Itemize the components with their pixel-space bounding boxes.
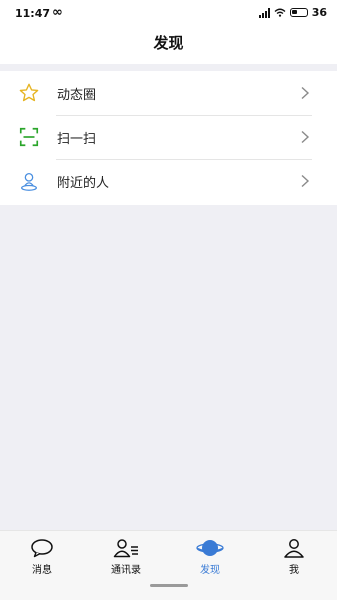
tab-label: 消息 bbox=[32, 565, 52, 576]
infinity-icon: ∞ bbox=[52, 5, 63, 20]
signal-icon bbox=[258, 7, 270, 18]
tab-contacts[interactable]: 通讯录 bbox=[91, 537, 161, 576]
tab-label: 通讯录 bbox=[111, 565, 141, 576]
tab-label: 我 bbox=[289, 565, 299, 576]
menu-item-nearby-people[interactable]: 附近的人 bbox=[0, 159, 337, 203]
page-title: 发现 bbox=[0, 26, 337, 64]
tab-discover[interactable]: 发现 bbox=[175, 537, 245, 576]
status-time: 11:47 bbox=[15, 7, 51, 20]
person-location-icon bbox=[17, 169, 41, 193]
planet-icon bbox=[175, 537, 245, 559]
battery-icon bbox=[289, 8, 308, 17]
menu-item-label: 扫一扫 bbox=[57, 131, 97, 147]
contacts-icon bbox=[91, 537, 161, 559]
star-icon bbox=[17, 81, 41, 105]
menu-item-moments[interactable]: 动态圈 bbox=[0, 71, 337, 115]
tab-me[interactable]: 我 bbox=[259, 537, 329, 576]
scan-icon bbox=[17, 125, 41, 149]
menu-item-label: 动态圈 bbox=[57, 87, 97, 103]
wifi-icon bbox=[274, 8, 286, 17]
battery-level: 36 bbox=[311, 6, 327, 19]
menu-item-scan[interactable]: 扫一扫 bbox=[0, 115, 337, 159]
chevron-right-icon bbox=[301, 174, 310, 188]
bottom-tab-bar: 消息 通讯录 发现 我 bbox=[0, 530, 337, 600]
menu-item-label: 附近的人 bbox=[57, 175, 110, 191]
tab-messages[interactable]: 消息 bbox=[7, 537, 77, 576]
chevron-right-icon bbox=[301, 86, 310, 100]
chevron-right-icon bbox=[301, 130, 310, 144]
tab-label: 发现 bbox=[200, 565, 220, 576]
user-icon bbox=[259, 537, 329, 559]
home-indicator[interactable] bbox=[150, 584, 188, 587]
status-indicators: 36 bbox=[258, 6, 327, 19]
status-bar: 11:47 ∞ 36 bbox=[0, 0, 337, 26]
discover-menu: 动态圈 扫一扫 附近的人 bbox=[0, 71, 337, 205]
chat-bubble-icon bbox=[7, 537, 77, 559]
